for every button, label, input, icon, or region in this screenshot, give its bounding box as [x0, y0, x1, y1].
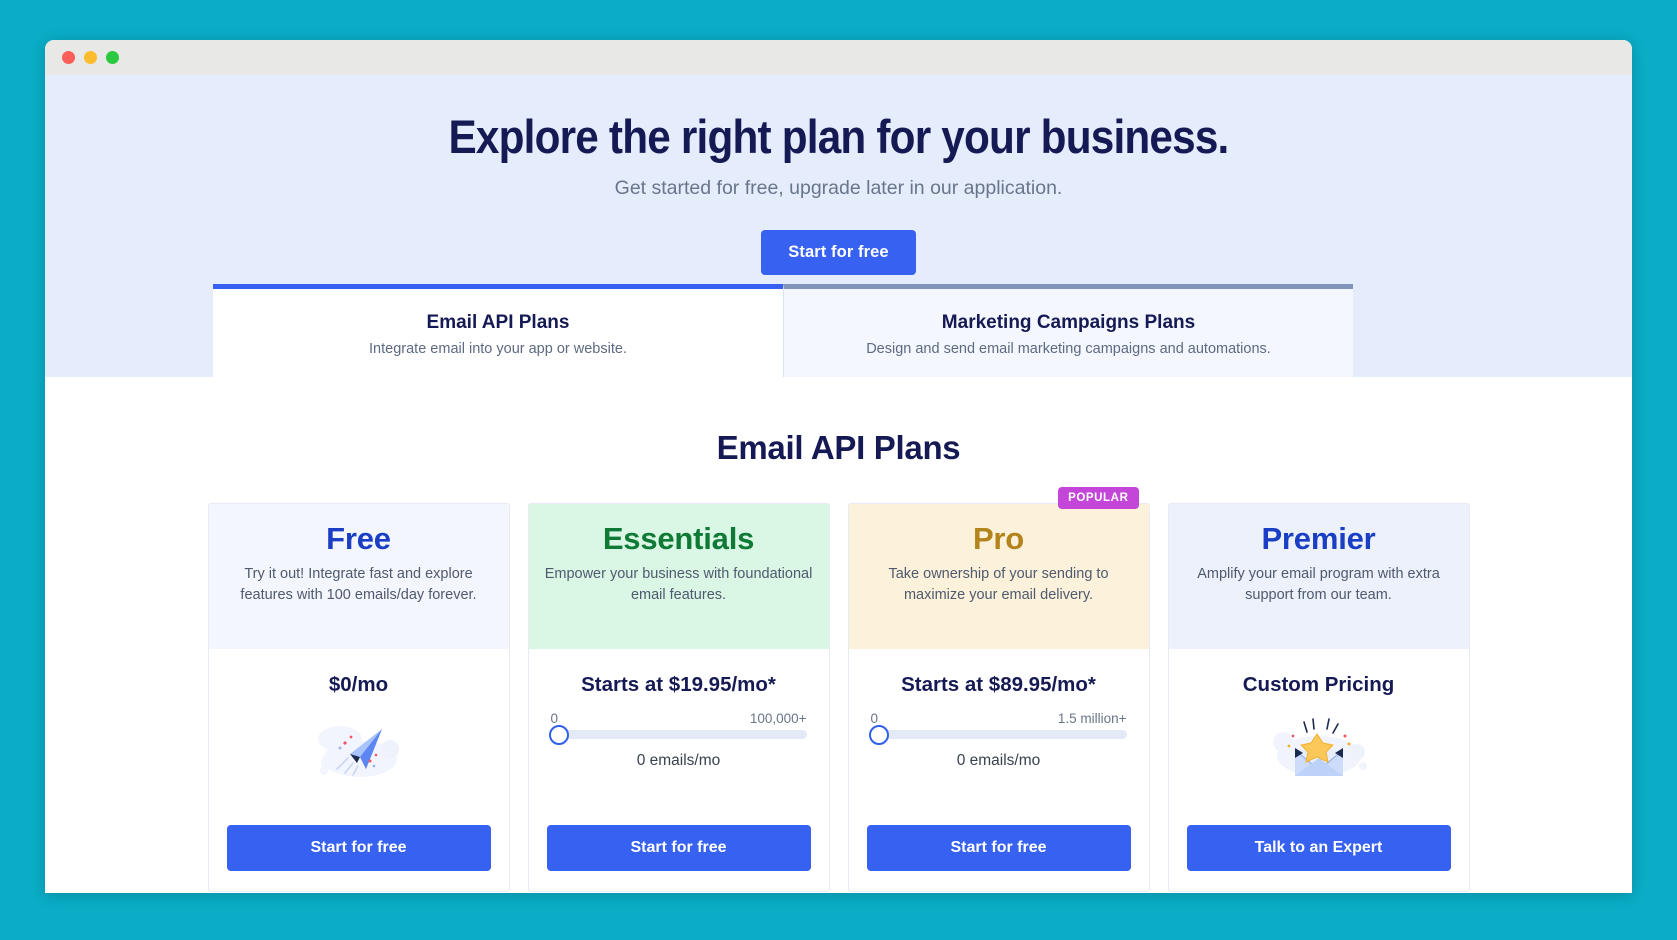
envelope-star-illustration [1189, 711, 1449, 787]
section-title: Email API Plans [716, 429, 961, 466]
pricing-cards-grid: Free Try it out! Integrate fast and expl… [45, 487, 1632, 892]
browser-titlebar [45, 40, 1632, 75]
free-start-for-free-button[interactable]: Start for free [226, 825, 491, 871]
minimize-window-button[interactable] [84, 51, 97, 64]
card-footer-free: Start for free [209, 803, 509, 891]
plan-description-essentials: Empower your business with foundational … [544, 566, 813, 603]
pricing-card-free: Free Try it out! Integrate fast and expl… [207, 503, 510, 892]
card-body-essentials: Starts at $19.95/mo* 0 100,000+ 0 emails… [529, 649, 829, 803]
slider-labels-essentials: 0 100,000+ [549, 711, 809, 726]
plans-section: Email API Plans Free Try it out! Integra… [45, 377, 1632, 892]
card-header-pro: Pro Take ownership of your sending to ma… [848, 504, 1149, 649]
plan-description-premier: Amplify your email program with extra su… [1197, 566, 1440, 603]
hero-start-for-free-button[interactable]: Start for free [761, 229, 916, 275]
screen: Explore the right plan for your business… [0, 0, 1677, 940]
card-body-pro: Starts at $89.95/mo* 0 1.5 million+ 0 em… [849, 649, 1149, 803]
plan-description-free: Try it out! Integrate fast and explore f… [240, 566, 477, 603]
tab-email-api-title: Email API Plans [426, 312, 570, 334]
plan-name-pro: Pro [972, 521, 1025, 556]
pricing-card-essentials: Essentials Empower your business with fo… [527, 503, 830, 892]
essentials-start-for-free-button[interactable]: Start for free [546, 825, 811, 871]
page-title: Explore the right plan for your business… [448, 110, 1229, 163]
maximize-window-button[interactable] [106, 51, 119, 64]
volume-slider-pro[interactable]: 0 1.5 million+ 0 emails/mo [868, 711, 1129, 770]
card-body-free: $0/mo [209, 649, 509, 803]
page-content: Explore the right plan for your business… [45, 75, 1632, 893]
pro-start-for-free-button[interactable]: Start for free [866, 825, 1131, 871]
plan-price-pro: Starts at $89.95/mo* [901, 673, 1096, 696]
tab-email-api-description: Integrate email into your app or website… [369, 341, 627, 358]
plan-price-essentials: Starts at $19.95/mo* [581, 673, 776, 696]
card-header-essentials: Essentials Empower your business with fo… [528, 504, 829, 649]
slider-thumb-essentials[interactable] [548, 724, 569, 745]
tab-marketing-campaigns-title: Marketing Campaigns Plans [941, 312, 1196, 334]
premier-talk-to-expert-button[interactable]: Talk to an Expert [1186, 825, 1451, 871]
card-header-free: Free Try it out! Integrate fast and expl… [208, 504, 509, 649]
slider-max-label-essentials: 100,000+ [749, 711, 807, 726]
card-header-premier: Premier Amplify your email program with … [1168, 504, 1469, 649]
slider-value-pro: 0 emails/mo [956, 752, 1041, 769]
volume-slider-essentials[interactable]: 0 100,000+ 0 emails/mo [548, 711, 809, 770]
close-window-button[interactable] [62, 51, 75, 64]
paper-plane-illustration [229, 711, 489, 787]
pricing-card-premier: Premier Amplify your email program with … [1167, 503, 1470, 892]
browser-window: Explore the right plan for your business… [45, 40, 1632, 893]
plan-price-premier: Custom Pricing [1242, 673, 1395, 696]
status-badge-popular: POPULAR [1058, 487, 1139, 509]
hero-section: Explore the right plan for your business… [45, 75, 1632, 377]
tab-email-api-plans[interactable]: Email API Plans Integrate email into you… [213, 284, 783, 377]
tab-marketing-campaigns-description: Design and send email marketing campaign… [866, 341, 1271, 358]
card-footer-essentials: Start for free [529, 803, 829, 891]
pricing-card-pro: POPULAR Pro Take ownership of your sendi… [847, 487, 1150, 892]
plan-name-essentials: Essentials [602, 521, 755, 556]
hero-cta-container: Start for free [45, 229, 1632, 275]
plan-type-tabs: Email API Plans Integrate email into you… [213, 284, 1353, 377]
slider-labels-pro: 0 1.5 million+ [869, 711, 1129, 726]
plan-name-free: Free [326, 521, 391, 556]
plan-description-pro: Take ownership of your sending to maximi… [888, 566, 1109, 603]
slider-thumb-pro[interactable] [868, 724, 889, 745]
slider-max-label-pro: 1.5 million+ [1057, 711, 1127, 726]
plan-price-free: $0/mo [328, 673, 389, 696]
card-footer-premier: Talk to an Expert [1169, 803, 1469, 891]
slider-track-essentials[interactable] [548, 724, 807, 745]
hero-subtitle: Get started for free, upgrade later in o… [614, 176, 1063, 199]
card-body-premier: Custom Pricing [1169, 649, 1469, 803]
slider-value-essentials: 0 emails/mo [636, 752, 721, 769]
tab-marketing-campaigns-plans[interactable]: Marketing Campaigns Plans Design and sen… [783, 284, 1353, 377]
slider-track-pro[interactable] [868, 724, 1127, 745]
plan-name-premier: Premier [1261, 521, 1376, 556]
card-footer-pro: Start for free [849, 803, 1149, 891]
